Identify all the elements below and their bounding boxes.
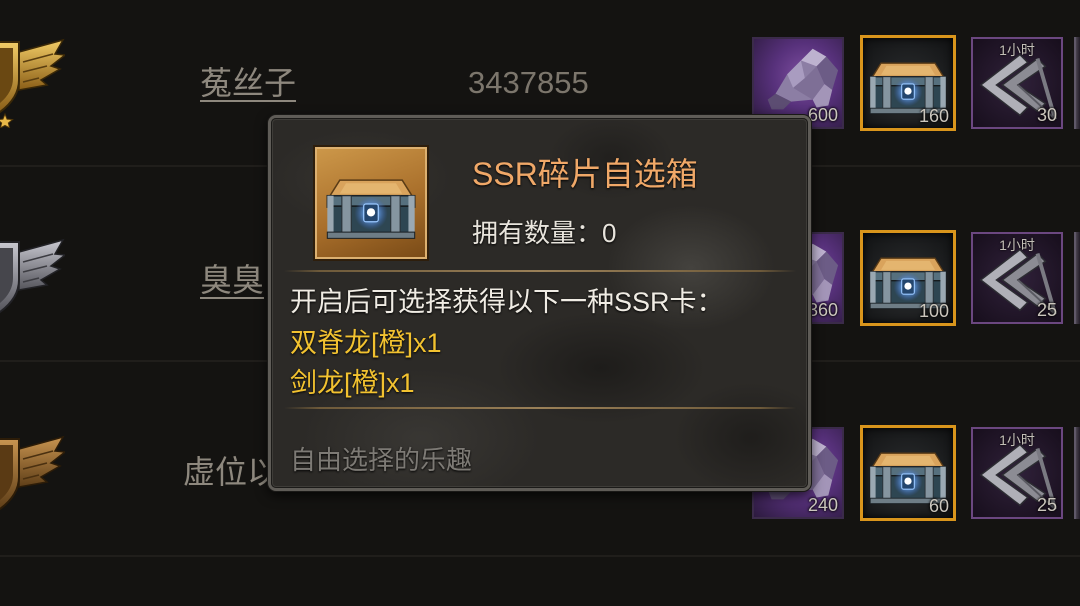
tooltip-description: 开启后可选择获得以下一种SSR卡： [290, 287, 724, 317]
reward-count: 25 [1036, 495, 1057, 515]
reward-count: 240 [807, 495, 838, 515]
reward-chest-item[interactable]: 60 [860, 425, 956, 521]
owned-value: 0 [602, 218, 617, 248]
tooltip-owned-count: 拥有数量：0 [472, 216, 616, 250]
reward-duration-label: 1小时 [999, 42, 1035, 58]
reward-partial-item[interactable] [1074, 232, 1080, 324]
player-name-link[interactable]: 菟丝子 [200, 63, 296, 103]
reward-partial-item[interactable] [1074, 427, 1080, 519]
gold-wing-badge-icon [0, 28, 65, 128]
reward-count: 100 [918, 301, 949, 321]
reward-duration-label: 1小时 [999, 237, 1035, 253]
tooltip-item-title: SSR碎片自选箱 [472, 156, 698, 192]
silver-wing-badge-icon [0, 228, 65, 328]
bronze-wing-badge-icon [0, 425, 65, 525]
tooltip-item-icon-frame [315, 147, 427, 259]
reward-arrow-item[interactable]: 1小时 25 [971, 427, 1063, 519]
tooltip-divider [284, 270, 796, 272]
reward-arrow-item[interactable]: 1小时 30 [971, 37, 1063, 129]
chest-icon [319, 151, 423, 255]
player-name-link[interactable]: 臭臭 [200, 260, 264, 300]
player-score: 3437855 [468, 65, 589, 100]
reward-count: 600 [807, 105, 838, 125]
tooltip-flavor-text: 自由选择的乐趣 [290, 445, 473, 475]
owned-label: 拥有数量： [472, 218, 603, 248]
reward-count: 60 [928, 496, 949, 516]
reward-partial-item[interactable] [1074, 37, 1080, 129]
reward-count: 30 [1036, 105, 1057, 125]
reward-chest-item[interactable]: 100 [860, 230, 956, 326]
reward-chest-item[interactable]: 160 [860, 35, 956, 131]
player-name-placeholder: 虚位以 [183, 454, 280, 490]
reward-count: 160 [918, 106, 949, 126]
tooltip-option: 双脊龙[橙]x1 [290, 328, 442, 358]
reward-duration-label: 1小时 [999, 432, 1035, 448]
reward-arrow-item[interactable]: 1小时 25 [971, 232, 1063, 324]
reward-count: 25 [1036, 300, 1057, 320]
reward-count: 360 [807, 300, 838, 320]
tooltip-divider [284, 407, 796, 409]
tooltip-option: 剑龙[橙]x1 [290, 368, 415, 398]
item-tooltip: SSR碎片自选箱 拥有数量：0 开启后可选择获得以下一种SSR卡： 双脊龙[橙]… [268, 115, 811, 491]
